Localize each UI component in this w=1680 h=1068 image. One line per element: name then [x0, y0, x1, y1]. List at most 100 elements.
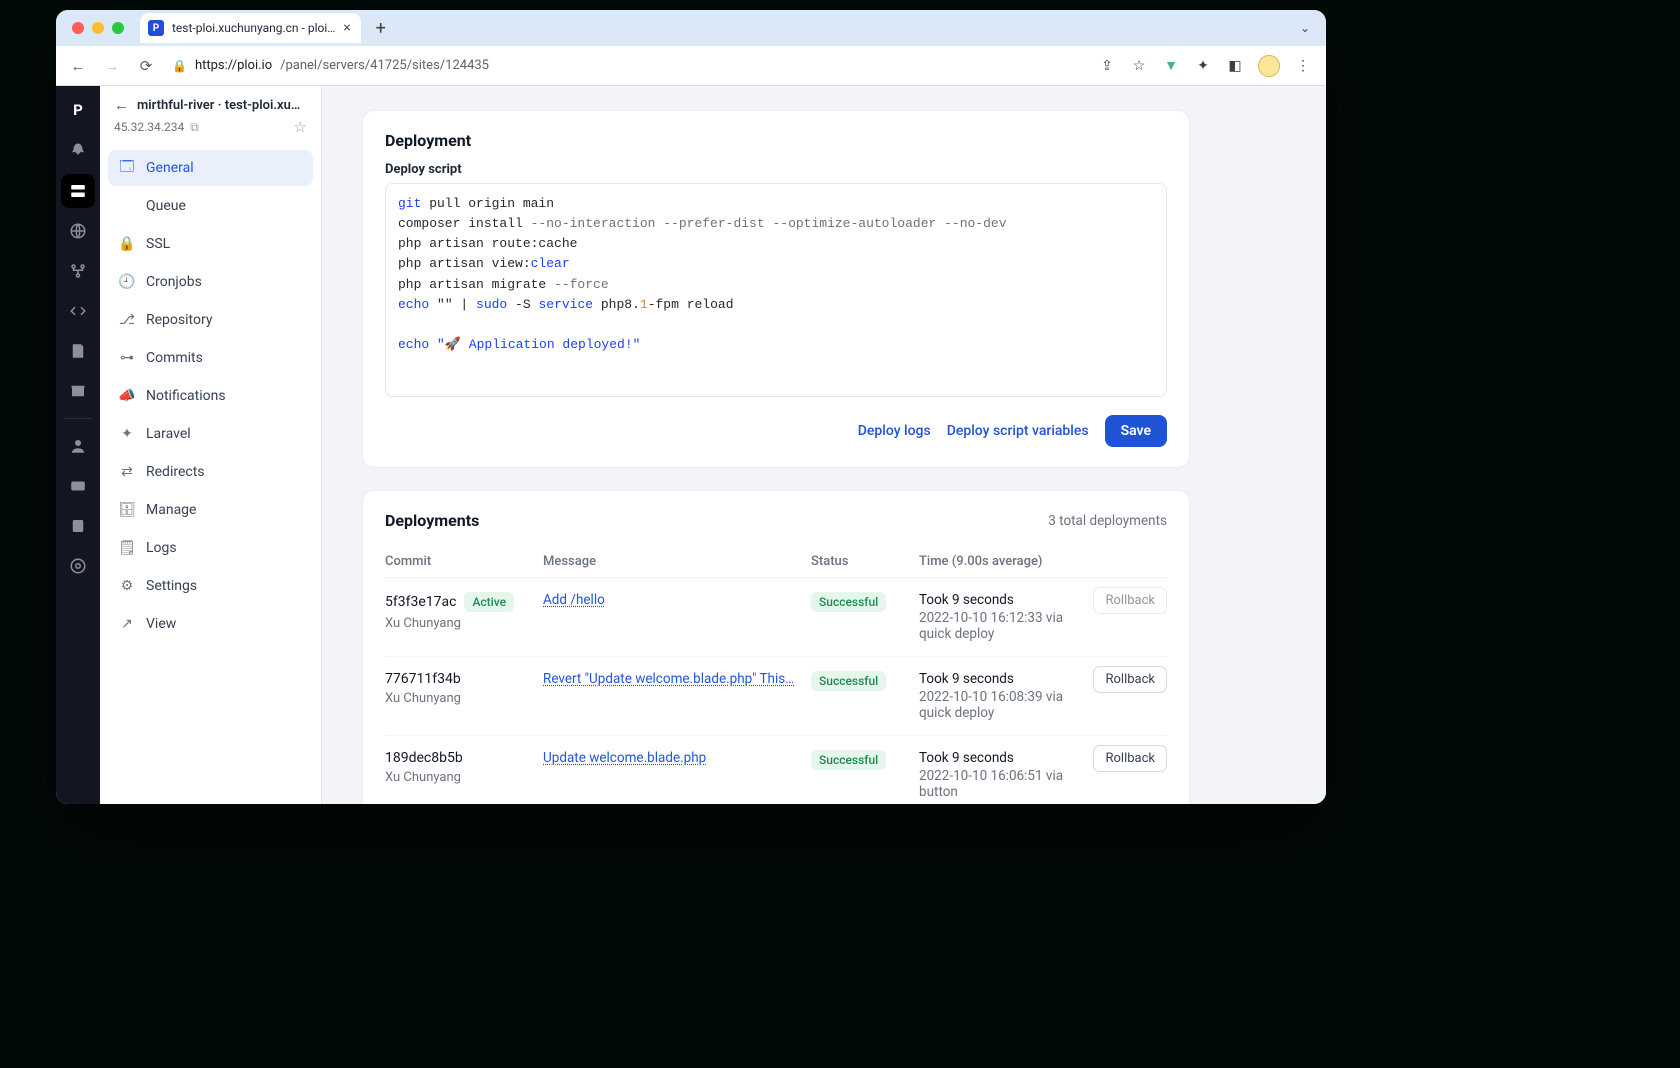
sidebar-item-logs[interactable]: 🗒Logs — [108, 530, 313, 566]
nav-reload-button[interactable]: ⟳ — [134, 57, 158, 75]
sidebar-item-label: Notifications — [146, 388, 226, 404]
rail-card-icon[interactable] — [61, 469, 95, 503]
sidebar-item-cronjobs[interactable]: 🕘 Cronjobs — [108, 264, 313, 300]
tab-close-icon[interactable]: × — [343, 21, 350, 35]
rail-user-icon[interactable] — [61, 429, 95, 463]
favorite-star-icon[interactable]: ☆ — [294, 118, 307, 136]
address-bar[interactable]: 🔒 https://ploi.io/panel/servers/41725/si… — [168, 58, 1088, 73]
main-content: Deployment Deploy script git pull origin… — [322, 86, 1326, 804]
rail-server-icon[interactable] — [61, 174, 95, 208]
kebab-menu-icon[interactable]: ⋮ — [1294, 57, 1312, 75]
deploy-script-editor[interactable]: git pull origin main composer install --… — [385, 183, 1167, 397]
sidebar-icon: ⚙ — [118, 578, 136, 594]
rail-code-icon[interactable] — [61, 294, 95, 328]
rail-rocket-icon[interactable] — [61, 134, 95, 168]
sidebar-icon: 📣 — [118, 388, 136, 404]
rollback-button[interactable]: Rollback — [1093, 666, 1167, 693]
rail-disk-icon[interactable] — [61, 334, 95, 368]
breadcrumb[interactable]: ← mirthful-river · test-ploi.xu… — [114, 96, 307, 114]
sidebar-item-settings[interactable]: ⚙ Settings — [108, 568, 313, 604]
maximize-window-button[interactable] — [112, 22, 124, 34]
sidebar-icon: ⎇ — [118, 312, 136, 328]
sidebar-item-label: Queue — [146, 198, 186, 214]
commit-sha[interactable]: 5f3f3e17ac — [385, 594, 456, 610]
timestamp-text: 2022-10-10 16:06:51 via button — [919, 768, 1079, 800]
sidebar-icon: 🗒 — [118, 540, 136, 556]
sidebar-icon: ⇄ — [118, 464, 136, 480]
tabs-overflow-icon[interactable]: ⌄ — [1300, 21, 1314, 35]
rail-branches-icon[interactable] — [61, 254, 95, 288]
sidepanel-icon[interactable]: ◧ — [1226, 57, 1244, 75]
rollback-button[interactable]: Rollback — [1093, 587, 1167, 614]
col-time: Time (9.00s average) — [919, 554, 1079, 569]
deployment-row: 189dec8b5bXu ChunyangUpdate welcome.blad… — [385, 736, 1167, 804]
deploy-logs-link[interactable]: Deploy logs — [858, 423, 931, 439]
sidebar-icon: 🔒 — [118, 236, 136, 252]
commit-message-link[interactable]: Update welcome.blade.php — [543, 750, 706, 766]
new-tab-button[interactable]: + — [367, 14, 395, 42]
sidebar-item-manage[interactable]: 🗄 Manage — [108, 492, 313, 528]
sidebar-item-general[interactable]: 🗔General — [108, 150, 313, 186]
share-icon[interactable]: ⇪ — [1098, 57, 1116, 75]
sidebar-item-label: Cronjobs — [146, 274, 202, 290]
nav-back-button[interactable]: ← — [66, 57, 90, 75]
sidebar-item-commits[interactable]: ⊶Commits — [108, 340, 313, 376]
status-badge: Successful — [811, 592, 886, 612]
status-badge: Successful — [811, 671, 886, 691]
breadcrumb-back-icon[interactable]: ← — [114, 96, 129, 114]
sidebar-icon: 🗔 — [118, 156, 136, 180]
commit-sha[interactable]: 776711f34b — [385, 671, 461, 687]
vue-extension-icon[interactable]: ▼ — [1162, 57, 1180, 75]
deploy-script-variables-link[interactable]: Deploy script variables — [947, 423, 1089, 439]
sidebar-item-repository[interactable]: ⎇Repository — [108, 302, 313, 338]
extensions-icon[interactable]: ✦ — [1194, 57, 1212, 75]
url-bar: ← → ⟳ 🔒 https://ploi.io/panel/servers/41… — [56, 46, 1326, 86]
breadcrumb-text: mirthful-river · test-ploi.xu… — [137, 98, 300, 113]
sidebar-icon: 🗄 — [118, 502, 136, 518]
sidebar-item-redirects[interactable]: ⇄ Redirects — [108, 454, 313, 490]
sidebar-item-queue[interactable]: Queue — [108, 188, 313, 224]
sidebar-icon: ↗ — [118, 616, 136, 632]
sidebar-item-label: Redirects — [146, 464, 205, 480]
traffic-lights — [56, 22, 140, 34]
nav-forward-button[interactable]: → — [100, 57, 124, 75]
sidebar-item-label: Settings — [146, 578, 197, 594]
deployment-row: 776711f34b Xu Chunyang Revert "Update welc… — [385, 657, 1167, 736]
active-badge: Active — [464, 592, 514, 612]
save-button[interactable]: Save — [1105, 415, 1167, 447]
favicon-icon: P — [148, 20, 164, 36]
copy-ip-icon[interactable]: ⧉ — [190, 120, 199, 135]
rollback-button[interactable]: Rollback — [1093, 745, 1167, 772]
sidebar-item-notifications[interactable]: 📣 Notifications — [108, 378, 313, 414]
bookmark-star-icon[interactable]: ☆ — [1130, 57, 1148, 75]
commit-author: Xu Chunyang — [385, 691, 535, 706]
sidebar-item-laravel[interactable]: ✦Laravel — [108, 416, 313, 452]
url-path: /panel/servers/41725/sites/124435 — [280, 58, 489, 73]
rail-store-icon[interactable] — [61, 374, 95, 408]
commit-sha[interactable]: 189dec8b5b — [385, 750, 463, 766]
timestamp-text: 2022-10-10 16:12:33 via quick deploy — [919, 610, 1079, 642]
sidebar-icon: 🕘 — [118, 274, 136, 290]
sidebar-icon: ⊶ — [118, 350, 136, 366]
app-logo[interactable]: P — [64, 96, 92, 124]
close-window-button[interactable] — [72, 22, 84, 34]
sidebar-item-ssl[interactable]: 🔒SSL — [108, 226, 313, 262]
commit-message-link[interactable]: Revert "Update welcome.blade.php" This… — [543, 671, 794, 687]
duration-text: Took 9 seconds — [919, 750, 1079, 766]
rail-help-icon[interactable] — [61, 549, 95, 583]
sidebar-item-view[interactable]: ↗ View — [108, 606, 313, 642]
sidebar-item-label: View — [146, 616, 176, 632]
window-titlebar: P test-ploi.xuchunyang.cn - ploi… × + ⌄ — [56, 10, 1326, 46]
profile-avatar[interactable] — [1258, 55, 1280, 77]
rail-globe-icon[interactable] — [61, 214, 95, 248]
duration-text: Took 9 seconds — [919, 592, 1079, 608]
rail-book-icon[interactable] — [61, 509, 95, 543]
sidebar-item-label: Manage — [146, 502, 196, 518]
duration-text: Took 9 seconds — [919, 671, 1079, 687]
url-host: https://ploi.io — [195, 58, 272, 73]
col-message: Message — [543, 554, 803, 569]
minimize-window-button[interactable] — [92, 22, 104, 34]
browser-tab[interactable]: P test-ploi.xuchunyang.cn - ploi… × — [140, 13, 361, 43]
lock-icon: 🔒 — [172, 59, 187, 73]
commit-message-link[interactable]: Add /hello — [543, 592, 605, 608]
